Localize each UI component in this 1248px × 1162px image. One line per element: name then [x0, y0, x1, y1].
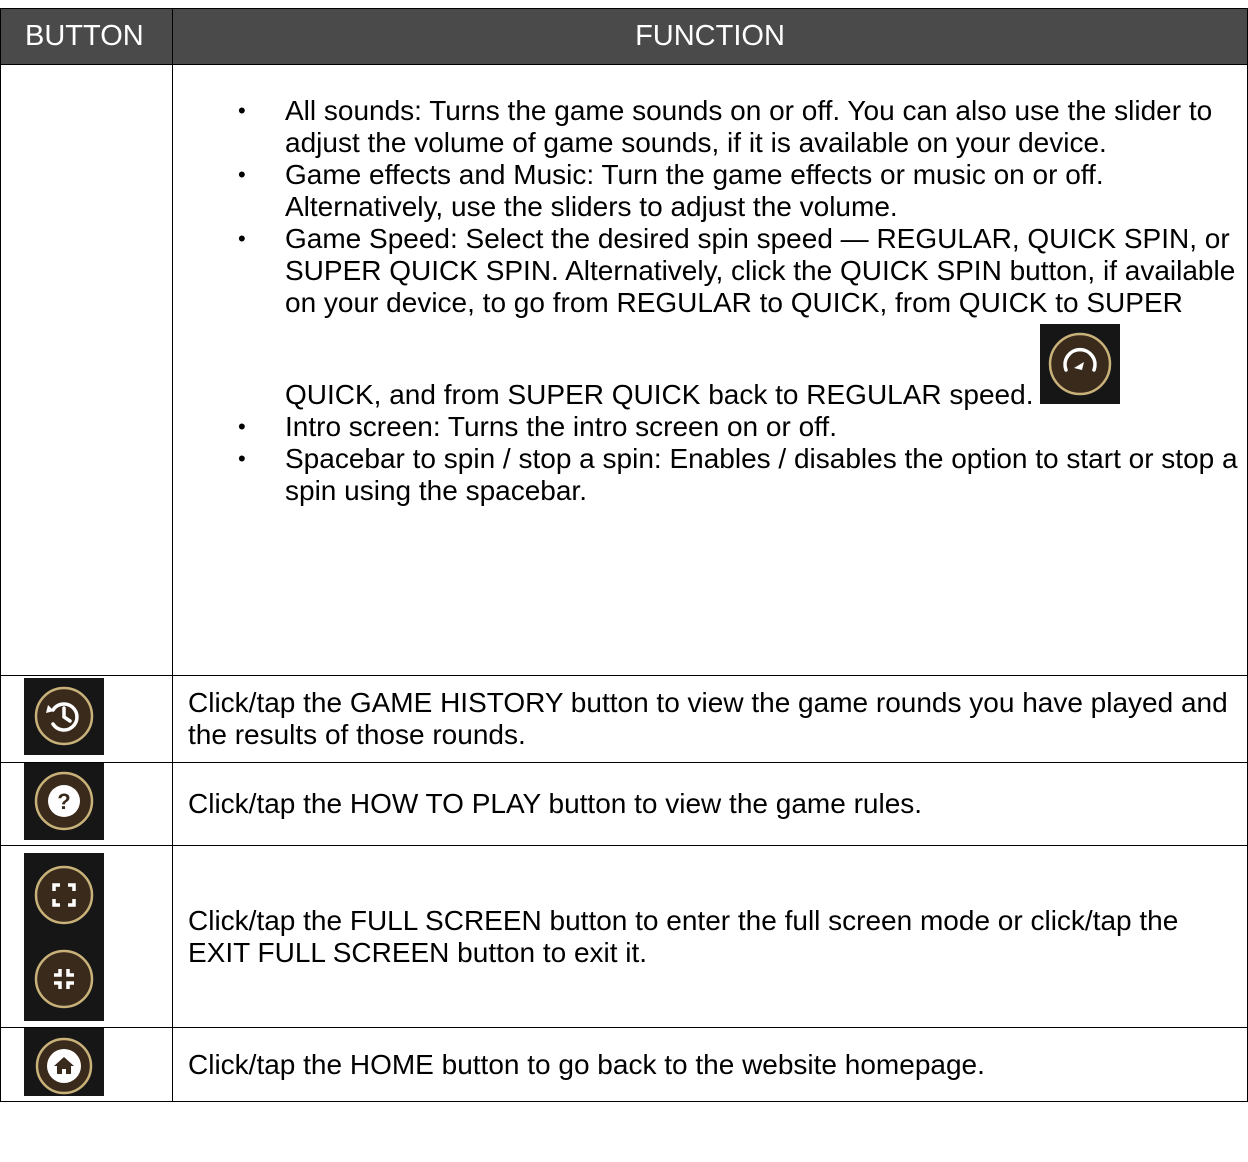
- function-cell: All sounds: Turns the game sounds on or …: [172, 64, 1248, 676]
- table-row: Click/tap the FULL SCREEN button to ente…: [0, 845, 1248, 1028]
- function-cell: Click/tap the FULL SCREEN button to ente…: [172, 845, 1248, 1028]
- table-row: ? Click/tap the HOW TO PLAY button to vi…: [0, 762, 1248, 846]
- function-cell: Click/tap the HOW TO PLAY button to view…: [172, 762, 1248, 846]
- table-row: All sounds: Turns the game sounds on or …: [0, 64, 1248, 676]
- fullscreen-icon-stack: [24, 852, 172, 1021]
- list-item: Game effects and Music: Turn the game ef…: [238, 159, 1247, 223]
- header-function: FUNCTION: [172, 8, 1248, 65]
- button-cell: [0, 845, 173, 1028]
- button-cell: ?: [0, 762, 173, 846]
- exit-fullscreen-icon: [24, 936, 104, 1021]
- history-icon: [24, 678, 104, 755]
- button-function-table: BUTTON FUNCTION All sounds: Turns the ga…: [0, 8, 1248, 1102]
- list-item: Spacebar to spin / stop a spin: Enables …: [238, 443, 1247, 507]
- table-row: Click/tap the HOME button to go back to …: [0, 1027, 1248, 1102]
- function-cell: Click/tap the GAME HISTORY button to vie…: [172, 675, 1248, 763]
- settings-list: All sounds: Turns the game sounds on or …: [173, 65, 1247, 507]
- home-icon: [24, 1028, 104, 1096]
- button-cell: [0, 675, 173, 763]
- function-cell: Click/tap the HOME button to go back to …: [172, 1027, 1248, 1102]
- list-item: Intro screen: Turns the intro screen on …: [238, 411, 1247, 443]
- fullscreen-icon: [24, 852, 104, 937]
- list-item: Game Speed: Select the desired spin spee…: [238, 223, 1247, 411]
- table-row: Click/tap the GAME HISTORY button to vie…: [0, 675, 1248, 763]
- list-item: All sounds: Turns the game sounds on or …: [238, 95, 1247, 159]
- svg-text:?: ?: [57, 789, 70, 814]
- button-cell: [0, 1027, 173, 1102]
- header-button: BUTTON: [0, 8, 173, 65]
- table-header-row: BUTTON FUNCTION: [0, 8, 1248, 65]
- button-cell-empty: [0, 64, 173, 676]
- help-icon: ?: [24, 763, 104, 840]
- quick-spin-icon: [1040, 324, 1121, 404]
